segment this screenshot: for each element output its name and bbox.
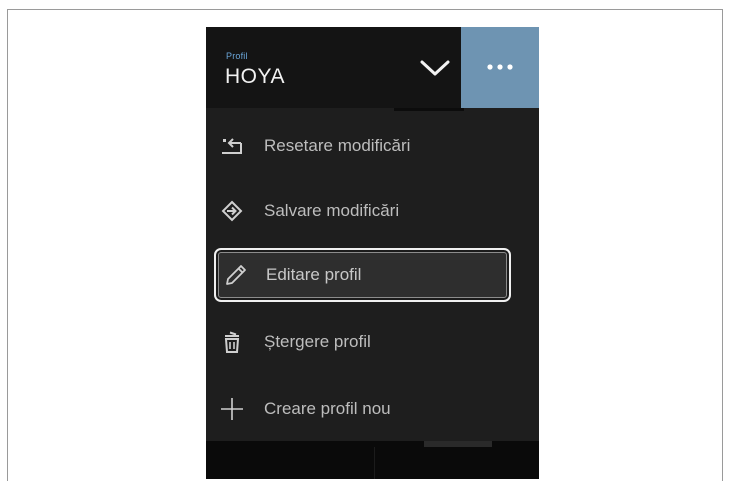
- profile-menu-panel: Profil HOYA Resetare modificări Salvare …: [206, 27, 539, 479]
- menu-item-label: Creare profil nou: [264, 399, 391, 418]
- profile-name: HOYA: [225, 65, 285, 88]
- header-divider: [394, 108, 464, 111]
- menu-item-edit-profile[interactable]: Editare profil: [214, 248, 511, 302]
- chevron-down-icon[interactable]: [417, 53, 453, 83]
- menu-item-label: Resetare modificări: [264, 136, 411, 155]
- reset-icon: [222, 138, 242, 154]
- menu-item-label: Salvare modificări: [264, 201, 400, 220]
- profile-caption: Profil: [226, 51, 248, 61]
- trash-icon: [224, 331, 240, 353]
- plus-icon: [221, 398, 243, 420]
- menu-item-label: Ștergere profil: [264, 332, 371, 351]
- menu-item-save-changes[interactable]: Salvare modificări: [206, 187, 539, 235]
- menu-item-reset-changes[interactable]: Resetare modificări: [206, 122, 539, 170]
- menu-item-delete-profile[interactable]: Ștergere profil: [206, 318, 539, 366]
- more-horizontal-icon: [487, 64, 513, 70]
- pencil-icon: [226, 265, 246, 285]
- bottom-bar-highlight: [424, 441, 492, 447]
- menu-item-label: Editare profil: [266, 265, 362, 284]
- save-icon: [221, 200, 243, 222]
- more-options-button[interactable]: [461, 27, 539, 108]
- menu-item-create-profile[interactable]: Creare profil nou: [206, 385, 539, 433]
- bottom-bar-separator: [374, 447, 375, 479]
